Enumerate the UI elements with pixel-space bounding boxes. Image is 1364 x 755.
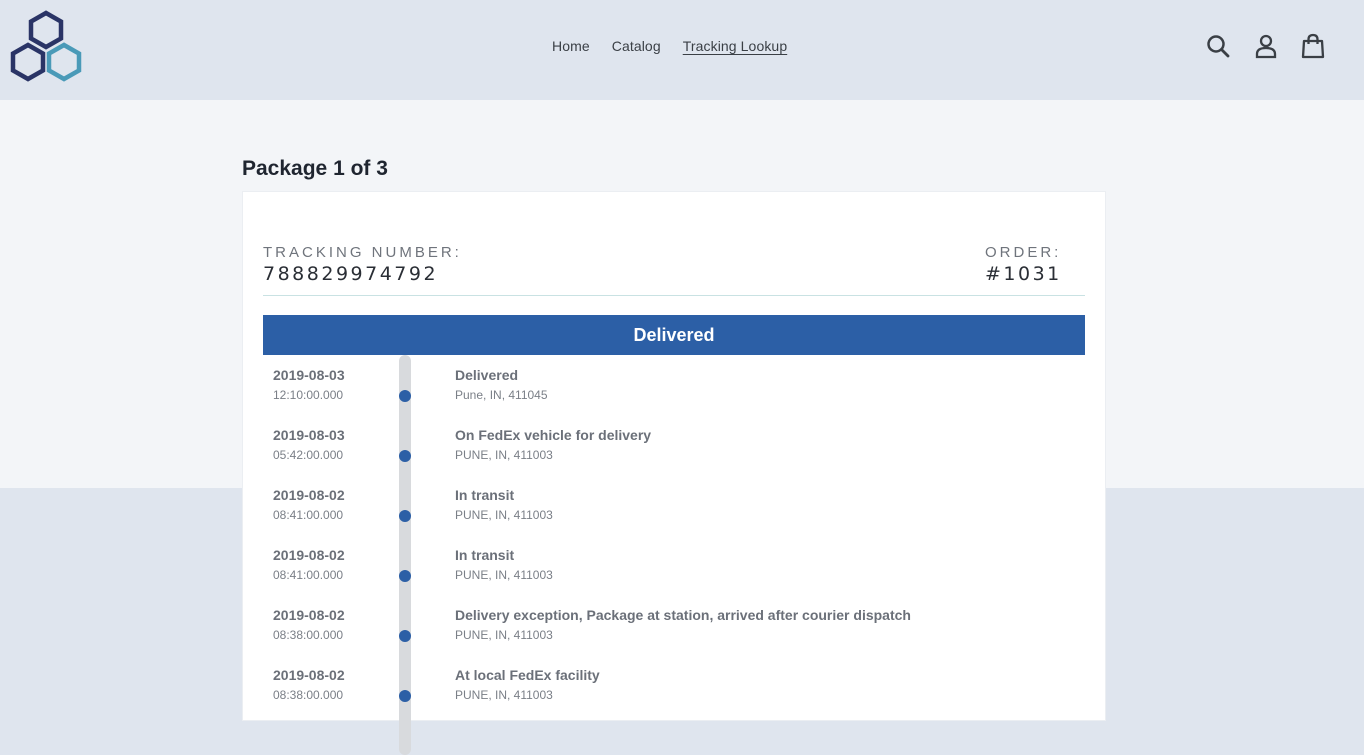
timeline-event: 2019-08-02 08:38:00.000 At local FedEx f…	[243, 655, 1105, 715]
timeline-dot	[399, 570, 411, 582]
nav-home[interactable]: Home	[552, 38, 590, 54]
event-title: Delivered	[455, 367, 519, 383]
timeline-dot	[399, 450, 411, 462]
event-time: 08:38:00.000	[273, 688, 344, 702]
tracking-number-value: 788829974792	[263, 263, 439, 285]
event-date: 2019-08-03	[273, 427, 345, 443]
status-bar: Delivered	[263, 315, 1085, 355]
timeline-event: 2019-08-03 12:10:00.000 Delivered Pune, …	[243, 355, 1105, 415]
nav-catalog[interactable]: Catalog	[612, 38, 661, 54]
cart-icon[interactable]	[1300, 33, 1326, 59]
event-time: 08:38:00.000	[273, 628, 344, 642]
event-location: PUNE, IN, 411003	[455, 448, 553, 462]
event-location: PUNE, IN, 411003	[455, 688, 553, 702]
event-time: 12:10:00.000	[273, 388, 344, 402]
timeline-event: 2019-08-03 05:42:00.000 On FedEx vehicle…	[243, 415, 1105, 475]
tracking-number-label: TRACKING NUMBER:	[263, 244, 462, 261]
event-date: 2019-08-02	[273, 667, 345, 683]
divider	[263, 295, 1085, 296]
account-icon[interactable]	[1253, 33, 1279, 59]
order-label: ORDER:	[985, 244, 1062, 261]
nav-tracking-lookup[interactable]: Tracking Lookup	[683, 38, 787, 54]
timeline-dot	[399, 630, 411, 642]
event-time: 08:41:00.000	[273, 568, 344, 582]
timeline-event: 2019-08-02 08:38:00.000 Delivery excepti…	[243, 595, 1105, 655]
event-date: 2019-08-02	[273, 547, 345, 563]
timeline-dot	[399, 510, 411, 522]
event-time: 08:41:00.000	[273, 508, 344, 522]
event-date: 2019-08-03	[273, 367, 345, 383]
event-location: Pune, IN, 411045	[455, 388, 548, 402]
timeline-event: 2019-08-02 08:41:00.000 In transit PUNE,…	[243, 475, 1105, 535]
order-number-value: #1031	[985, 263, 1062, 285]
main-nav: Home Catalog Tracking Lookup	[552, 38, 809, 54]
package-title: Package 1 of 3	[242, 157, 388, 180]
event-location: PUNE, IN, 411003	[455, 628, 553, 642]
site-header: Home Catalog Tracking Lookup	[0, 0, 1364, 100]
timeline-dot	[399, 690, 411, 702]
timeline-dot	[399, 390, 411, 402]
event-title: On FedEx vehicle for delivery	[455, 427, 652, 443]
event-title: Delivery exception, Package at station, …	[455, 607, 911, 623]
timeline-event: 2019-08-02 08:41:00.000 In transit PUNE,…	[243, 535, 1105, 595]
tracking-card: TRACKING NUMBER: 788829974792 ORDER: #10…	[242, 191, 1106, 755]
search-icon[interactable]	[1205, 33, 1231, 59]
event-title: In transit	[455, 487, 515, 503]
event-location: PUNE, IN, 411003	[455, 508, 553, 522]
event-title: At local FedEx facility	[455, 667, 600, 683]
event-date: 2019-08-02	[273, 487, 345, 503]
event-time: 05:42:00.000	[273, 448, 344, 462]
hexagon-cluster-logo[interactable]	[8, 9, 84, 85]
event-title: In transit	[455, 547, 515, 563]
event-date: 2019-08-02	[273, 607, 345, 623]
event-location: PUNE, IN, 411003	[455, 568, 553, 582]
